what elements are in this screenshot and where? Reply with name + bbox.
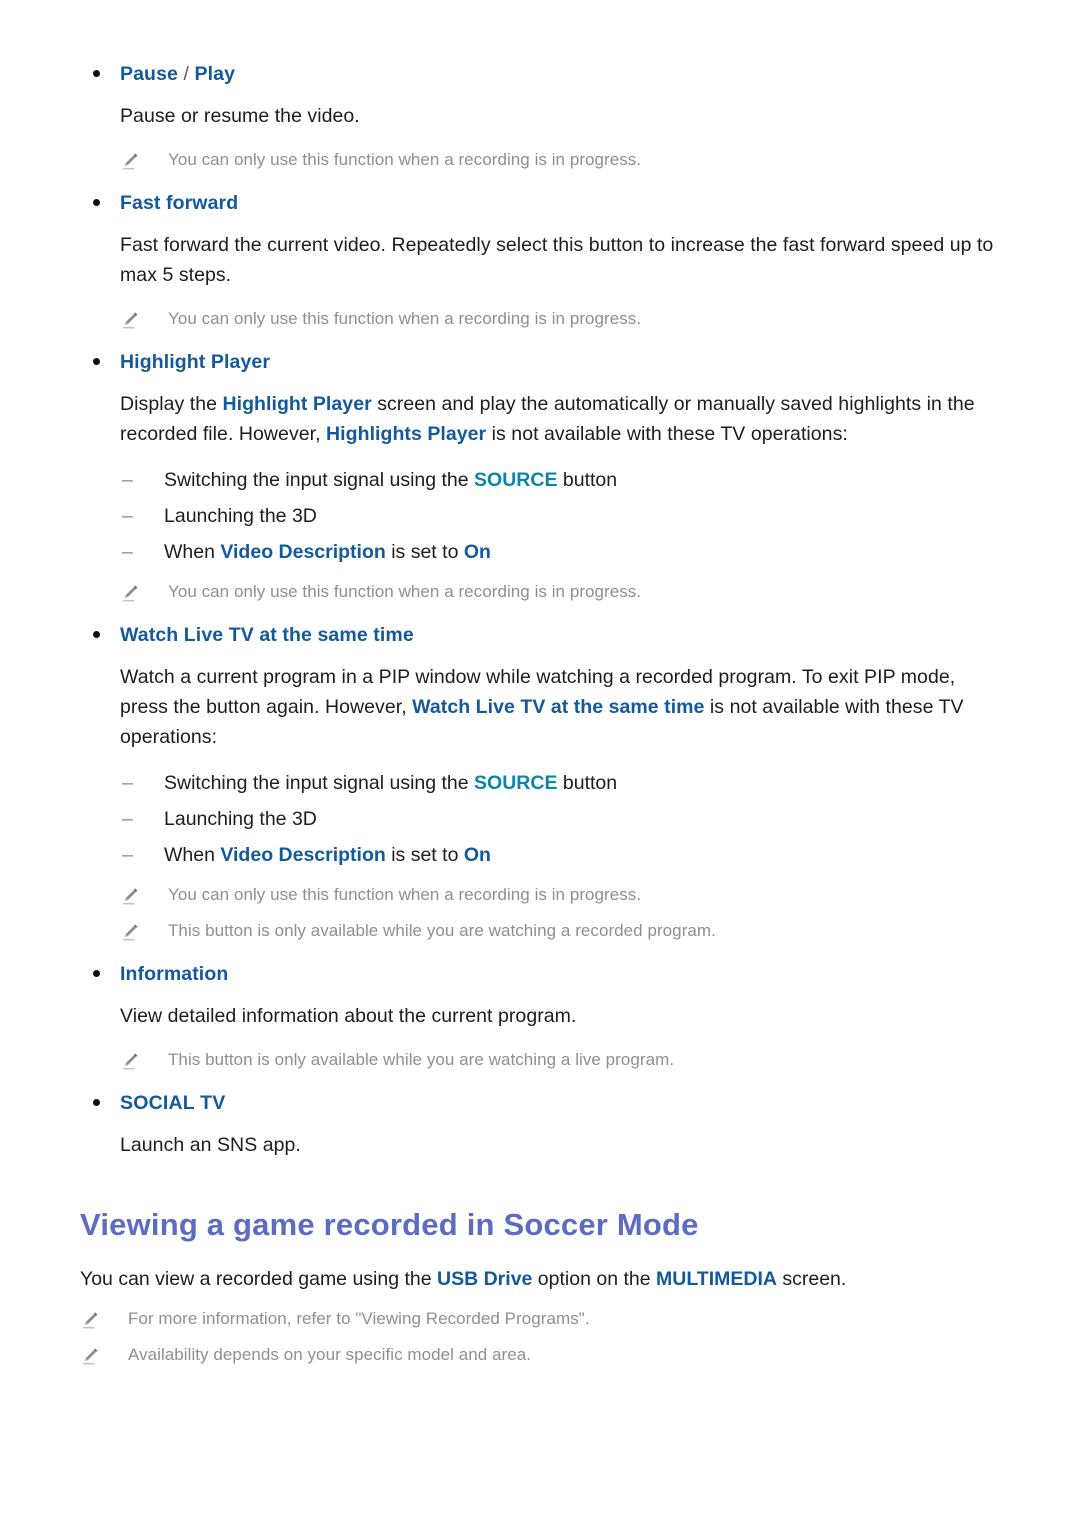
list-item-fast-forward: Fast forward — [80, 191, 1000, 216]
section-lead-paragraph: You can view a recorded game using the U… — [80, 1264, 1000, 1294]
sub-seg-video-description: Video Description — [220, 844, 386, 866]
sub-seg: Switching the input signal using the — [164, 772, 475, 794]
body-seg-highlights-player: Highlights Player — [326, 423, 487, 445]
list-item-watch-live-tv: Watch Live TV at the same time — [80, 623, 1000, 648]
note-text: For more information, refer to "Viewing … — [128, 1309, 590, 1328]
body-text-watch-live-tv: Watch a current program in a PIP window … — [120, 662, 1000, 752]
sub-list-item-text: Launching the 3D — [164, 808, 317, 830]
note-row: This button is only available while you … — [120, 1047, 1000, 1073]
note-text: You can only use this function when a re… — [168, 150, 642, 169]
sub-seg: button — [557, 772, 618, 794]
note-text: This button is only available while you … — [168, 1050, 675, 1069]
note-text: You can only use this function when a re… — [168, 885, 642, 904]
sub-list-item-text: Launching the 3D — [164, 505, 317, 527]
sub-seg: is set to — [385, 844, 464, 866]
pencil-icon — [120, 882, 168, 906]
body-text-fast-forward: Fast forward the current video. Repeated… — [120, 234, 994, 286]
body-seg: Display the — [120, 393, 223, 415]
sub-list-item: – When Video Description is set to On — [120, 840, 1000, 870]
bullet-title-highlight-player: Highlight Player — [120, 351, 271, 373]
note-row: This button is only available while you … — [120, 918, 1000, 944]
body-seg: is not available with these TV operation… — [486, 423, 848, 445]
sub-seg: is set to — [385, 541, 464, 563]
lead-seg: option on the — [532, 1268, 656, 1290]
note-row: For more information, refer to "Viewing … — [80, 1306, 1000, 1332]
bullet-title-information: Information — [120, 963, 229, 985]
bullet-title-watch-live-tv: Watch Live TV at the same time — [120, 624, 414, 646]
note-row: You can only use this function when a re… — [120, 579, 1000, 605]
bullet-dot-icon — [80, 350, 120, 365]
sub-list-item: – Launching the 3D — [120, 501, 1000, 531]
note-row: You can only use this function when a re… — [120, 882, 1000, 908]
note-row: Availability depends on your specific mo… — [80, 1342, 1000, 1368]
dash-marker-icon: – — [122, 541, 133, 563]
sub-seg-on: On — [463, 541, 491, 563]
sub-seg-video-description: Video Description — [220, 541, 386, 563]
sub-list-item-text: When Video Description is set to On — [164, 840, 491, 870]
list-item-social-tv: SOCIAL TV — [80, 1091, 1000, 1116]
sub-seg-source: SOURCE — [474, 469, 558, 491]
page-title: Viewing a game recorded in Soccer Mode — [80, 1207, 699, 1242]
note-text: You can only use this function when a re… — [168, 309, 642, 328]
sub-list-item: – When Video Description is set to On — [120, 537, 1000, 567]
sub-list-item: – Launching the 3D — [120, 804, 1000, 834]
sub-seg: When — [164, 541, 221, 563]
body-text-highlight-player: Display the Highlight Player screen and … — [120, 389, 1000, 449]
pencil-icon — [120, 306, 168, 330]
dash-marker-icon: – — [122, 808, 133, 830]
sub-seg: When — [164, 844, 221, 866]
sub-seg: Switching the input signal using the — [164, 469, 475, 491]
lead-seg-multimedia: MULTIMEDIA — [656, 1268, 777, 1290]
note-row: You can only use this function when a re… — [120, 147, 1000, 173]
lead-seg: You can view a recorded game using the — [80, 1268, 438, 1290]
sub-seg: button — [557, 469, 618, 491]
sub-list-item: – Switching the input signal using the S… — [120, 768, 1000, 798]
sub-list-item-text: When Video Description is set to On — [164, 537, 491, 567]
body-text-pause-play: Pause or resume the video. — [120, 105, 360, 127]
lead-seg-usb-drive: USB Drive — [437, 1268, 533, 1290]
bullet-title-part-pause: Pause — [120, 63, 178, 85]
sub-list-item-text: Switching the input signal using the SOU… — [164, 768, 617, 798]
bullet-dot-icon — [80, 962, 120, 977]
dash-marker-icon: – — [122, 772, 133, 794]
body-seg-watch-live-tv: Watch Live TV at the same time — [412, 696, 705, 718]
body-text-information: View detailed information about the curr… — [120, 1005, 577, 1027]
bullet-title-fast-forward: Fast forward — [120, 192, 239, 214]
note-text: This button is only available while you … — [168, 921, 716, 940]
bullet-title-pause-play: Pause / Play — [120, 62, 235, 87]
note-text: Availability depends on your specific mo… — [128, 1345, 532, 1364]
bullet-dot-icon — [80, 191, 120, 206]
bullet-title-separator: / — [177, 63, 195, 85]
sub-list-item-text: Switching the input signal using the SOU… — [164, 465, 617, 495]
sub-seg-on: On — [463, 844, 491, 866]
sub-list-item: – Switching the input signal using the S… — [120, 465, 1000, 495]
bullet-dot-icon — [80, 623, 120, 638]
list-item-highlight-player: Highlight Player — [80, 350, 1000, 375]
document-page: Pause / Play Pause or resume the video. … — [0, 0, 1080, 1527]
bullet-dot-icon — [80, 1091, 120, 1106]
lead-seg: screen. — [776, 1268, 847, 1290]
list-item-pause-play: Pause / Play — [80, 62, 1000, 87]
note-row: You can only use this function when a re… — [120, 306, 1000, 332]
bullet-title-social-tv: SOCIAL TV — [120, 1092, 226, 1114]
pencil-icon — [80, 1306, 128, 1330]
pencil-icon — [120, 918, 168, 942]
bullet-dot-icon — [80, 62, 120, 77]
dash-marker-icon: – — [122, 505, 133, 527]
dash-marker-icon: – — [122, 844, 133, 866]
sub-seg-source: SOURCE — [474, 772, 558, 794]
body-text-social-tv: Launch an SNS app. — [120, 1134, 301, 1156]
pencil-icon — [120, 147, 168, 171]
dash-marker-icon: – — [122, 469, 133, 491]
pencil-icon — [120, 1047, 168, 1071]
pencil-icon — [80, 1342, 128, 1366]
note-text: You can only use this function when a re… — [168, 582, 642, 601]
body-seg-highlight-player: Highlight Player — [222, 393, 372, 415]
list-item-information: Information — [80, 962, 1000, 987]
bullet-title-part-play: Play — [194, 63, 236, 85]
pencil-icon — [120, 579, 168, 603]
